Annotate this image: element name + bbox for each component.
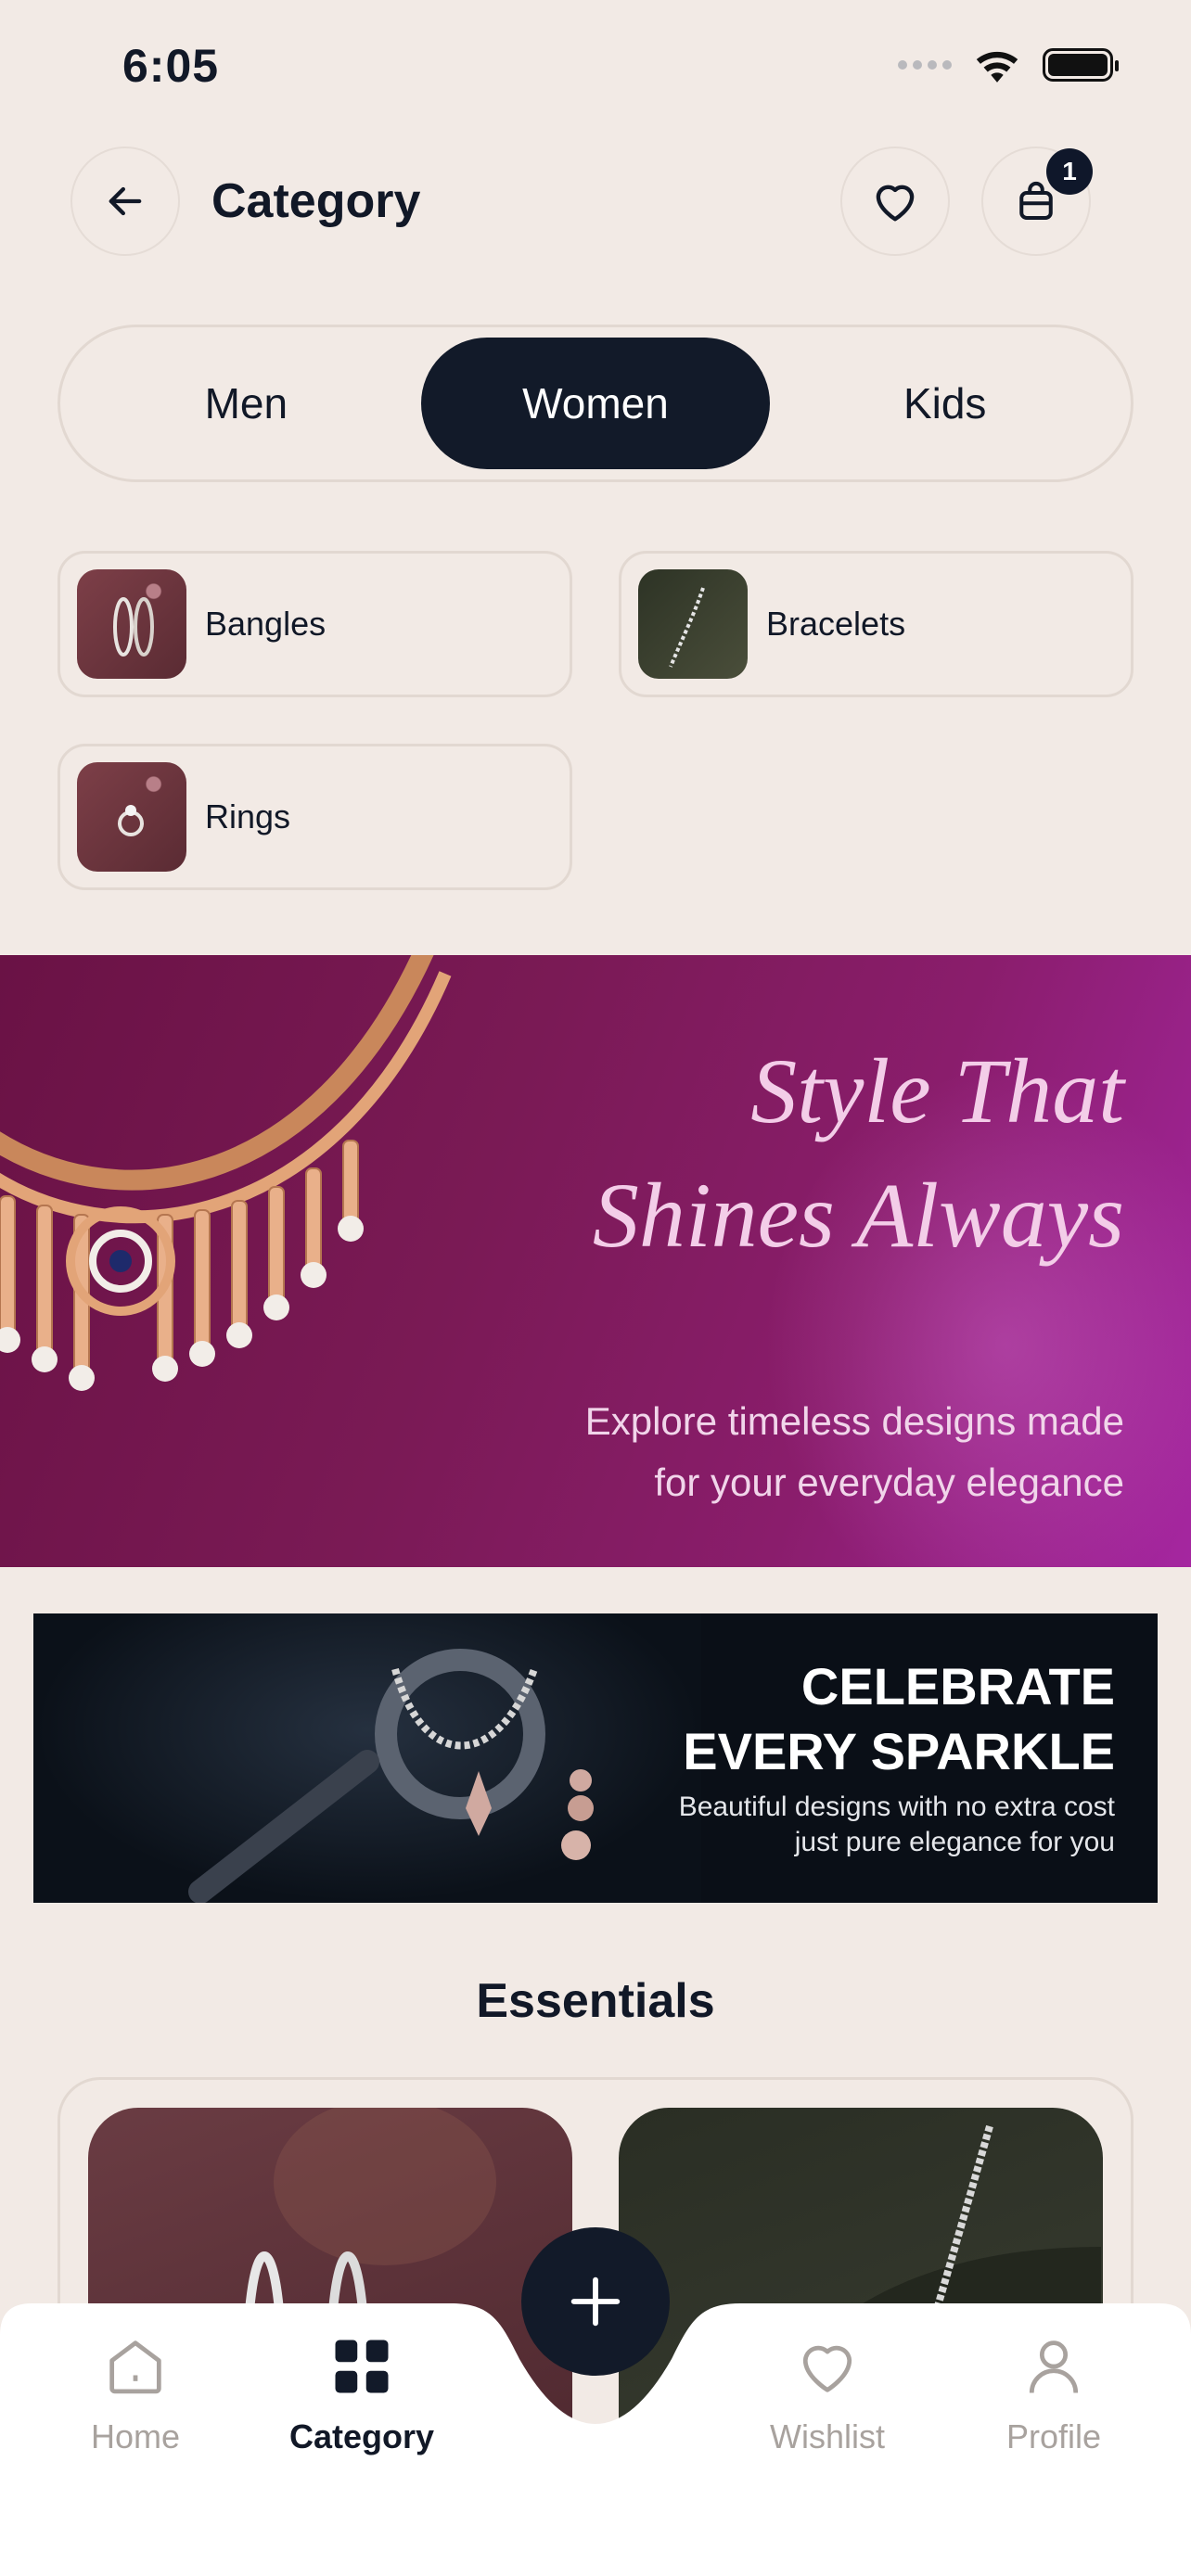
nav-label: Wishlist [770, 2417, 885, 2455]
tab-women[interactable]: Women [420, 338, 771, 469]
status-indicators [898, 46, 1119, 83]
rings-thumbnail [77, 762, 186, 872]
category-bangles[interactable]: Bangles [58, 551, 572, 697]
tab-kids[interactable]: Kids [770, 338, 1120, 469]
wishlist-button[interactable] [840, 147, 950, 256]
status-time: 6:05 [122, 40, 220, 92]
promo-title-line: EVERY SPARKLE [683, 1722, 1115, 1780]
gender-tabs: Men Women Kids [58, 325, 1133, 482]
cart-badge: 1 [1046, 148, 1093, 195]
hero-banner[interactable]: Style That Shines Always Explore timeles… [0, 955, 1191, 1567]
hero-subtitle-line: Explore timeless designs made [584, 1399, 1124, 1443]
promo-title: CELEBRATE EVERY SPARKLE [683, 1654, 1115, 1784]
bracelets-thumbnail [638, 569, 748, 679]
hero-title-line: Shines Always [592, 1164, 1124, 1267]
category-bracelets[interactable]: Bracelets [619, 551, 1133, 697]
promo-subtitle-line: just pure elegance for you [794, 1827, 1115, 1857]
hero-subtitle: Explore timeless designs made for your e… [585, 1391, 1124, 1513]
nav-label: Home [90, 2417, 181, 2455]
category-rings[interactable]: Rings [58, 744, 572, 890]
bangles-thumbnail [77, 569, 186, 679]
add-button[interactable] [521, 2227, 670, 2376]
category-label: Bracelets [766, 605, 906, 643]
wifi-icon [976, 51, 1018, 83]
nav-label: Category [288, 2417, 435, 2455]
hero-title: Style That Shines Always [593, 1029, 1124, 1278]
home-icon [109, 2340, 161, 2394]
category-label: Rings [205, 797, 291, 835]
cart-button[interactable]: 1 [981, 147, 1093, 256]
promo-subtitle: Beautiful designs with no extra cost jus… [679, 1790, 1115, 1860]
user-icon [1029, 2340, 1079, 2393]
battery-icon [1043, 48, 1119, 82]
arrow-left-icon [109, 186, 142, 216]
signal-icon [898, 60, 952, 70]
nav-category[interactable]: Category [269, 2331, 455, 2456]
hero-subtitle-line: for your everyday elegance [654, 1460, 1124, 1504]
nav-home[interactable]: Home [43, 2331, 228, 2456]
tab-men[interactable]: Men [71, 338, 421, 469]
nav-profile[interactable]: Profile [961, 2331, 1146, 2456]
section-title: Essentials [476, 1974, 715, 2028]
back-button[interactable] [70, 147, 180, 256]
promo-necklace-image [33, 1613, 701, 1903]
heart-icon [876, 185, 915, 222]
category-label: Bangles [205, 605, 327, 643]
necklace-image [0, 955, 452, 1391]
hero-title-line: Style That [750, 1039, 1124, 1142]
app-header: Category 1 [70, 147, 1093, 256]
heart-icon [802, 2345, 852, 2392]
promo-subtitle-line: Beautiful designs with no extra cost [678, 1792, 1115, 1822]
promo-title-line: CELEBRATE [800, 1657, 1115, 1715]
nav-label: Profile [1005, 2417, 1102, 2455]
grid-icon [335, 2340, 389, 2393]
page-title: Category [211, 174, 421, 228]
nav-wishlist[interactable]: Wishlist [735, 2331, 920, 2456]
category-grid: Bangles Bracelets Rings [58, 551, 1133, 890]
plus-icon [570, 2276, 621, 2327]
promo-banner[interactable]: CELEBRATE EVERY SPARKLE Beautiful design… [33, 1613, 1158, 1903]
